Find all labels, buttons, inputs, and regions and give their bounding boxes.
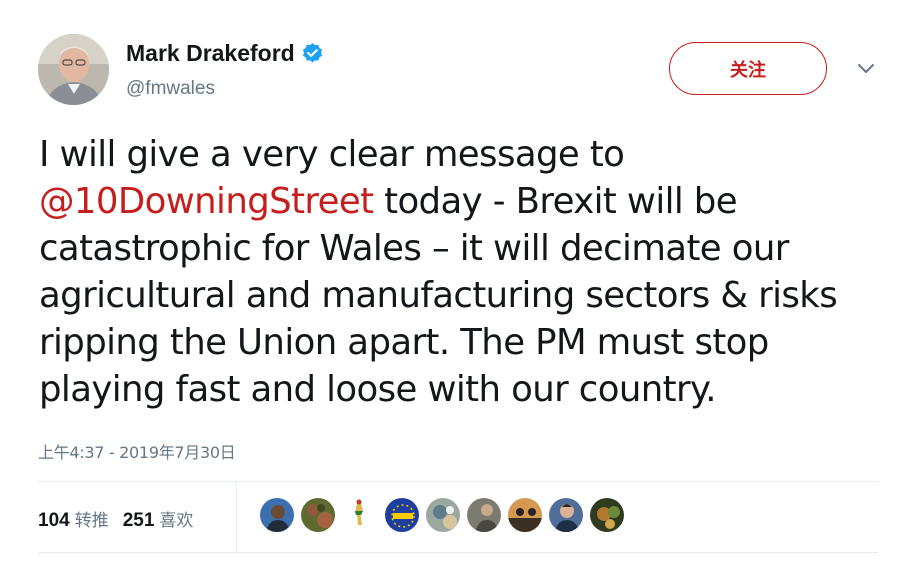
liker-avatar[interactable] — [589, 497, 625, 533]
like-count-label: 喜欢 — [159, 511, 194, 531]
author-avatar[interactable] — [38, 34, 109, 105]
divider-bottom — [38, 552, 878, 553]
liker-avatar[interactable] — [507, 497, 543, 533]
mention-link[interactable]: @10DowningStreet — [39, 181, 374, 222]
author-name-row[interactable]: Mark Drakeford — [126, 40, 324, 67]
tweet-stats: 104 转推 251 喜欢 — [38, 506, 207, 532]
divider-top — [38, 481, 878, 482]
chevron-down-icon[interactable] — [855, 60, 877, 76]
retweet-count-label: 转推 — [74, 511, 109, 531]
liker-avatar[interactable] — [548, 497, 584, 533]
tweet-timestamp[interactable]: 上午4:37 - 2019年7月30日 — [38, 439, 236, 463]
verified-badge-icon — [301, 42, 324, 65]
liker-avatar[interactable] — [300, 497, 336, 533]
author-display-name[interactable]: Mark Drakeford — [126, 40, 295, 67]
tweet-text: I will give a very clear message to @10D… — [39, 131, 889, 413]
like-count[interactable]: 251 喜欢 — [123, 506, 194, 532]
liker-avatar[interactable] — [384, 497, 420, 533]
retweet-count[interactable]: 104 转推 — [38, 506, 109, 532]
liker-avatar[interactable] — [466, 497, 502, 533]
stats-divider — [236, 482, 237, 552]
tweet-text-intro: I will give a very clear message to — [39, 134, 625, 175]
author-handle[interactable]: @fmwales — [126, 78, 215, 100]
liker-avatar[interactable] — [425, 497, 461, 533]
retweet-count-number: 104 — [38, 510, 70, 531]
follow-button[interactable]: 关注 — [669, 42, 827, 95]
liker-avatar[interactable] — [341, 497, 377, 533]
like-count-number: 251 — [122, 510, 155, 531]
liker-avatar[interactable] — [259, 497, 295, 533]
